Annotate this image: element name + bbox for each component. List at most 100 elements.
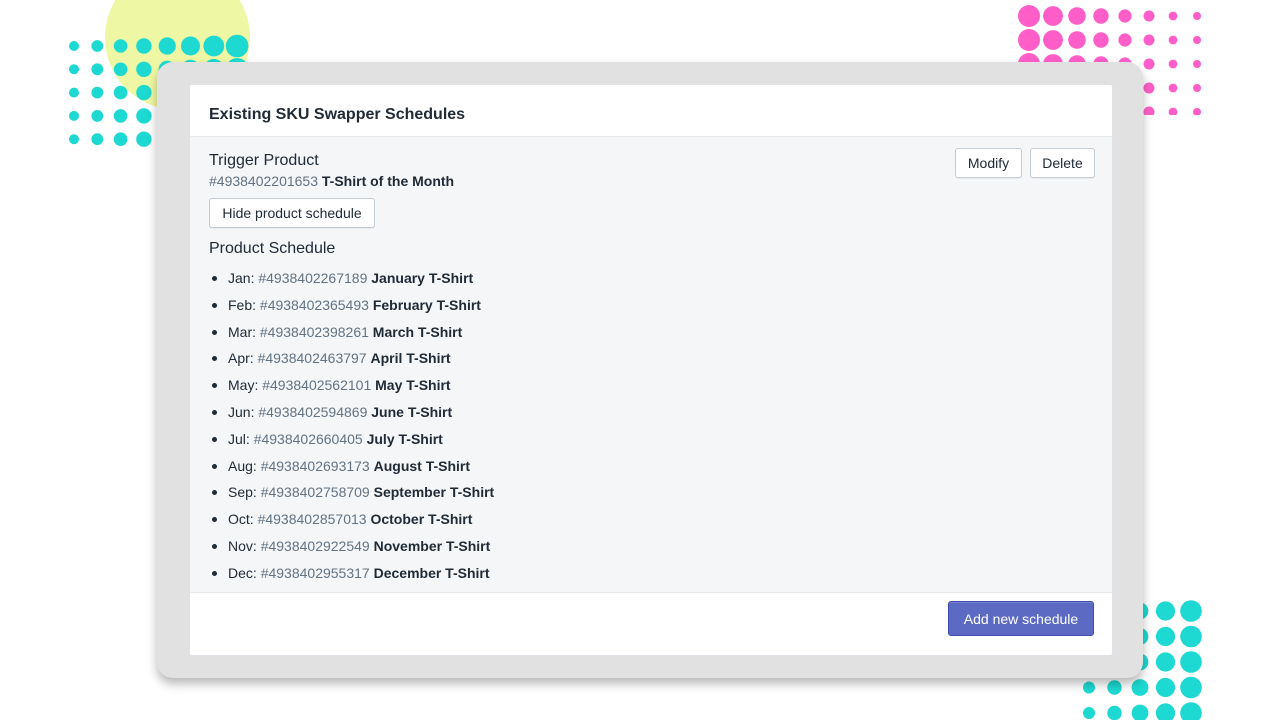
decorative-dot — [1193, 108, 1201, 115]
schedule-list-item: May: #4938402562101 May T-Shirt — [211, 375, 494, 402]
decorative-dot — [113, 39, 128, 53]
trigger-product-heading: Trigger Product — [209, 152, 319, 169]
schedule-month: Jul: — [228, 430, 250, 447]
schedule-month: Apr: — [228, 350, 254, 367]
decorative-dot — [1143, 106, 1155, 115]
schedule-month: Nov: — [228, 537, 257, 554]
decorative-dot — [1093, 32, 1109, 48]
trigger-product-name: T-Shirt of the Month — [321, 173, 455, 189]
decorative-dot — [1107, 705, 1122, 720]
schedule-list-item: Apr: #4938402463797 April T-Shirt — [211, 348, 494, 375]
card-title: Existing SKU Swapper Schedules — [209, 106, 466, 123]
decorative-dot — [1193, 36, 1201, 44]
schedule-month: Jun: — [228, 403, 255, 420]
decorative-dot — [1193, 60, 1201, 68]
decorative-dot — [1143, 82, 1155, 94]
schedule-list-item: Nov: #4938402922549 November T-Shirt — [211, 536, 494, 563]
decorative-dot — [1118, 9, 1132, 23]
schedule-list-item: Aug: #4938402693173 August T-Shirt — [211, 456, 494, 483]
decorative-dot — [1168, 59, 1178, 69]
schedule-product-name: December T-Shirt — [373, 564, 490, 581]
decorative-dot — [91, 110, 104, 122]
schedule-product-name: October T-Shirt — [370, 511, 473, 528]
decorative-dot — [1180, 651, 1202, 673]
decorative-dot — [225, 34, 249, 58]
schedule-sku: #4938402365493 — [259, 296, 369, 313]
decorative-dot — [1131, 704, 1149, 720]
schedule-month: May: — [228, 377, 259, 394]
schedule-product-name: February T-Shirt — [372, 296, 481, 313]
modify-button[interactable]: Modify — [955, 148, 1022, 178]
decorative-dot — [1018, 29, 1040, 51]
decorative-dot — [1180, 702, 1202, 720]
decorative-dot — [136, 38, 152, 54]
schedule-month: Oct: — [228, 511, 254, 528]
schedule-sku: #4938402398261 — [259, 323, 369, 340]
decorative-dot — [136, 84, 152, 101]
decorative-dot — [136, 61, 152, 77]
schedule-sku: #4938402267189 — [258, 270, 368, 286]
hide-product-schedule-button[interactable]: Hide product schedule — [209, 198, 375, 228]
decorative-dot — [1168, 11, 1178, 21]
schedule-list-item: Mar: #4938402398261 March T-Shirt — [211, 322, 494, 349]
delete-button[interactable]: Delete — [1030, 148, 1095, 178]
schedule-list-item: Feb: #4938402365493 February T-Shirt — [211, 295, 494, 322]
schedule-month: Aug: — [228, 457, 257, 474]
schedule-product-name: September T-Shirt — [373, 484, 495, 501]
decorative-dot — [1180, 600, 1202, 622]
decorative-dot — [113, 62, 128, 77]
schedule-list-item: Jul: #4938402660405 July T-Shirt — [211, 429, 494, 456]
decorative-dot — [1043, 30, 1063, 50]
decorative-dot — [1083, 707, 1095, 719]
schedule-month: Sep: — [228, 484, 257, 501]
schedule-product-name: January T-Shirt — [371, 270, 474, 286]
decorative-dot — [1131, 679, 1149, 696]
schedule-sku: #4938402955317 — [260, 564, 370, 581]
decorative-dot — [69, 110, 79, 121]
decorative-dot — [1155, 626, 1176, 647]
schedule-sku: #4938402660405 — [253, 430, 363, 447]
schedule-month: Dec: — [228, 564, 257, 581]
schedule-sku: #4938402562101 — [262, 377, 372, 394]
decorative-dot — [1068, 7, 1086, 25]
decorative-dot — [1143, 34, 1155, 46]
decorative-dot — [1193, 12, 1201, 20]
schedule-product-name: November T-Shirt — [373, 537, 491, 554]
decorative-dot — [1068, 31, 1086, 49]
decorative-dot — [1018, 5, 1040, 27]
add-new-schedule-button[interactable]: Add new schedule — [948, 601, 1094, 636]
schedule-product-name: August T-Shirt — [373, 457, 471, 474]
schedule-product-name: July T-Shirt — [366, 430, 443, 447]
promo-stage: Existing SKU Swapper Schedules Trigger P… — [0, 0, 1280, 720]
decorative-dot — [69, 64, 79, 75]
decorative-dot — [1180, 676, 1202, 699]
decorative-dot — [1118, 33, 1132, 47]
schedule-product-name: March T-Shirt — [372, 323, 463, 340]
schedule-list-item: Jun: #4938402594869 June T-Shirt — [211, 402, 494, 429]
decorative-dot — [113, 109, 128, 123]
schedule-list-item: Sep: #4938402758709 September T-Shirt — [211, 482, 495, 509]
product-schedule-list: Jan: #4938402267189 January T-Shirt Feb: … — [211, 268, 495, 590]
decorative-dot — [136, 131, 152, 147]
schedule-list-item: Dec: #4938402955317 December T-Shirt — [211, 563, 494, 590]
decorative-dot — [1143, 10, 1155, 22]
schedule-sku: #4938402693173 — [260, 457, 370, 474]
decorative-dot — [1168, 83, 1178, 93]
decorative-dot — [69, 87, 79, 98]
decorative-dot — [69, 134, 79, 145]
schedule-list-item: Jan: #4938402267189 January T-Shirt — [211, 268, 494, 295]
decorative-dot — [91, 86, 104, 99]
decorative-dot — [1168, 107, 1178, 115]
trigger-product-line: #4938402201653 T-Shirt of the Month — [209, 173, 454, 189]
schedules-card: Existing SKU Swapper Schedules Trigger P… — [189, 84, 1113, 656]
schedule-month: Mar: — [228, 323, 256, 340]
trigger-product-sku: #4938402201653 — [209, 173, 319, 189]
schedule-sku: #4938402594869 — [258, 403, 368, 420]
schedule-sku: #4938402463797 — [257, 350, 367, 367]
schedule-product-name: June T-Shirt — [371, 403, 453, 420]
decorative-dot — [91, 133, 104, 146]
decorative-dot — [203, 35, 225, 57]
decorative-dot — [1107, 680, 1122, 695]
decorative-dot — [158, 37, 176, 55]
schedule-list-item: Oct: #4938402857013 October T-Shirt — [211, 509, 494, 536]
